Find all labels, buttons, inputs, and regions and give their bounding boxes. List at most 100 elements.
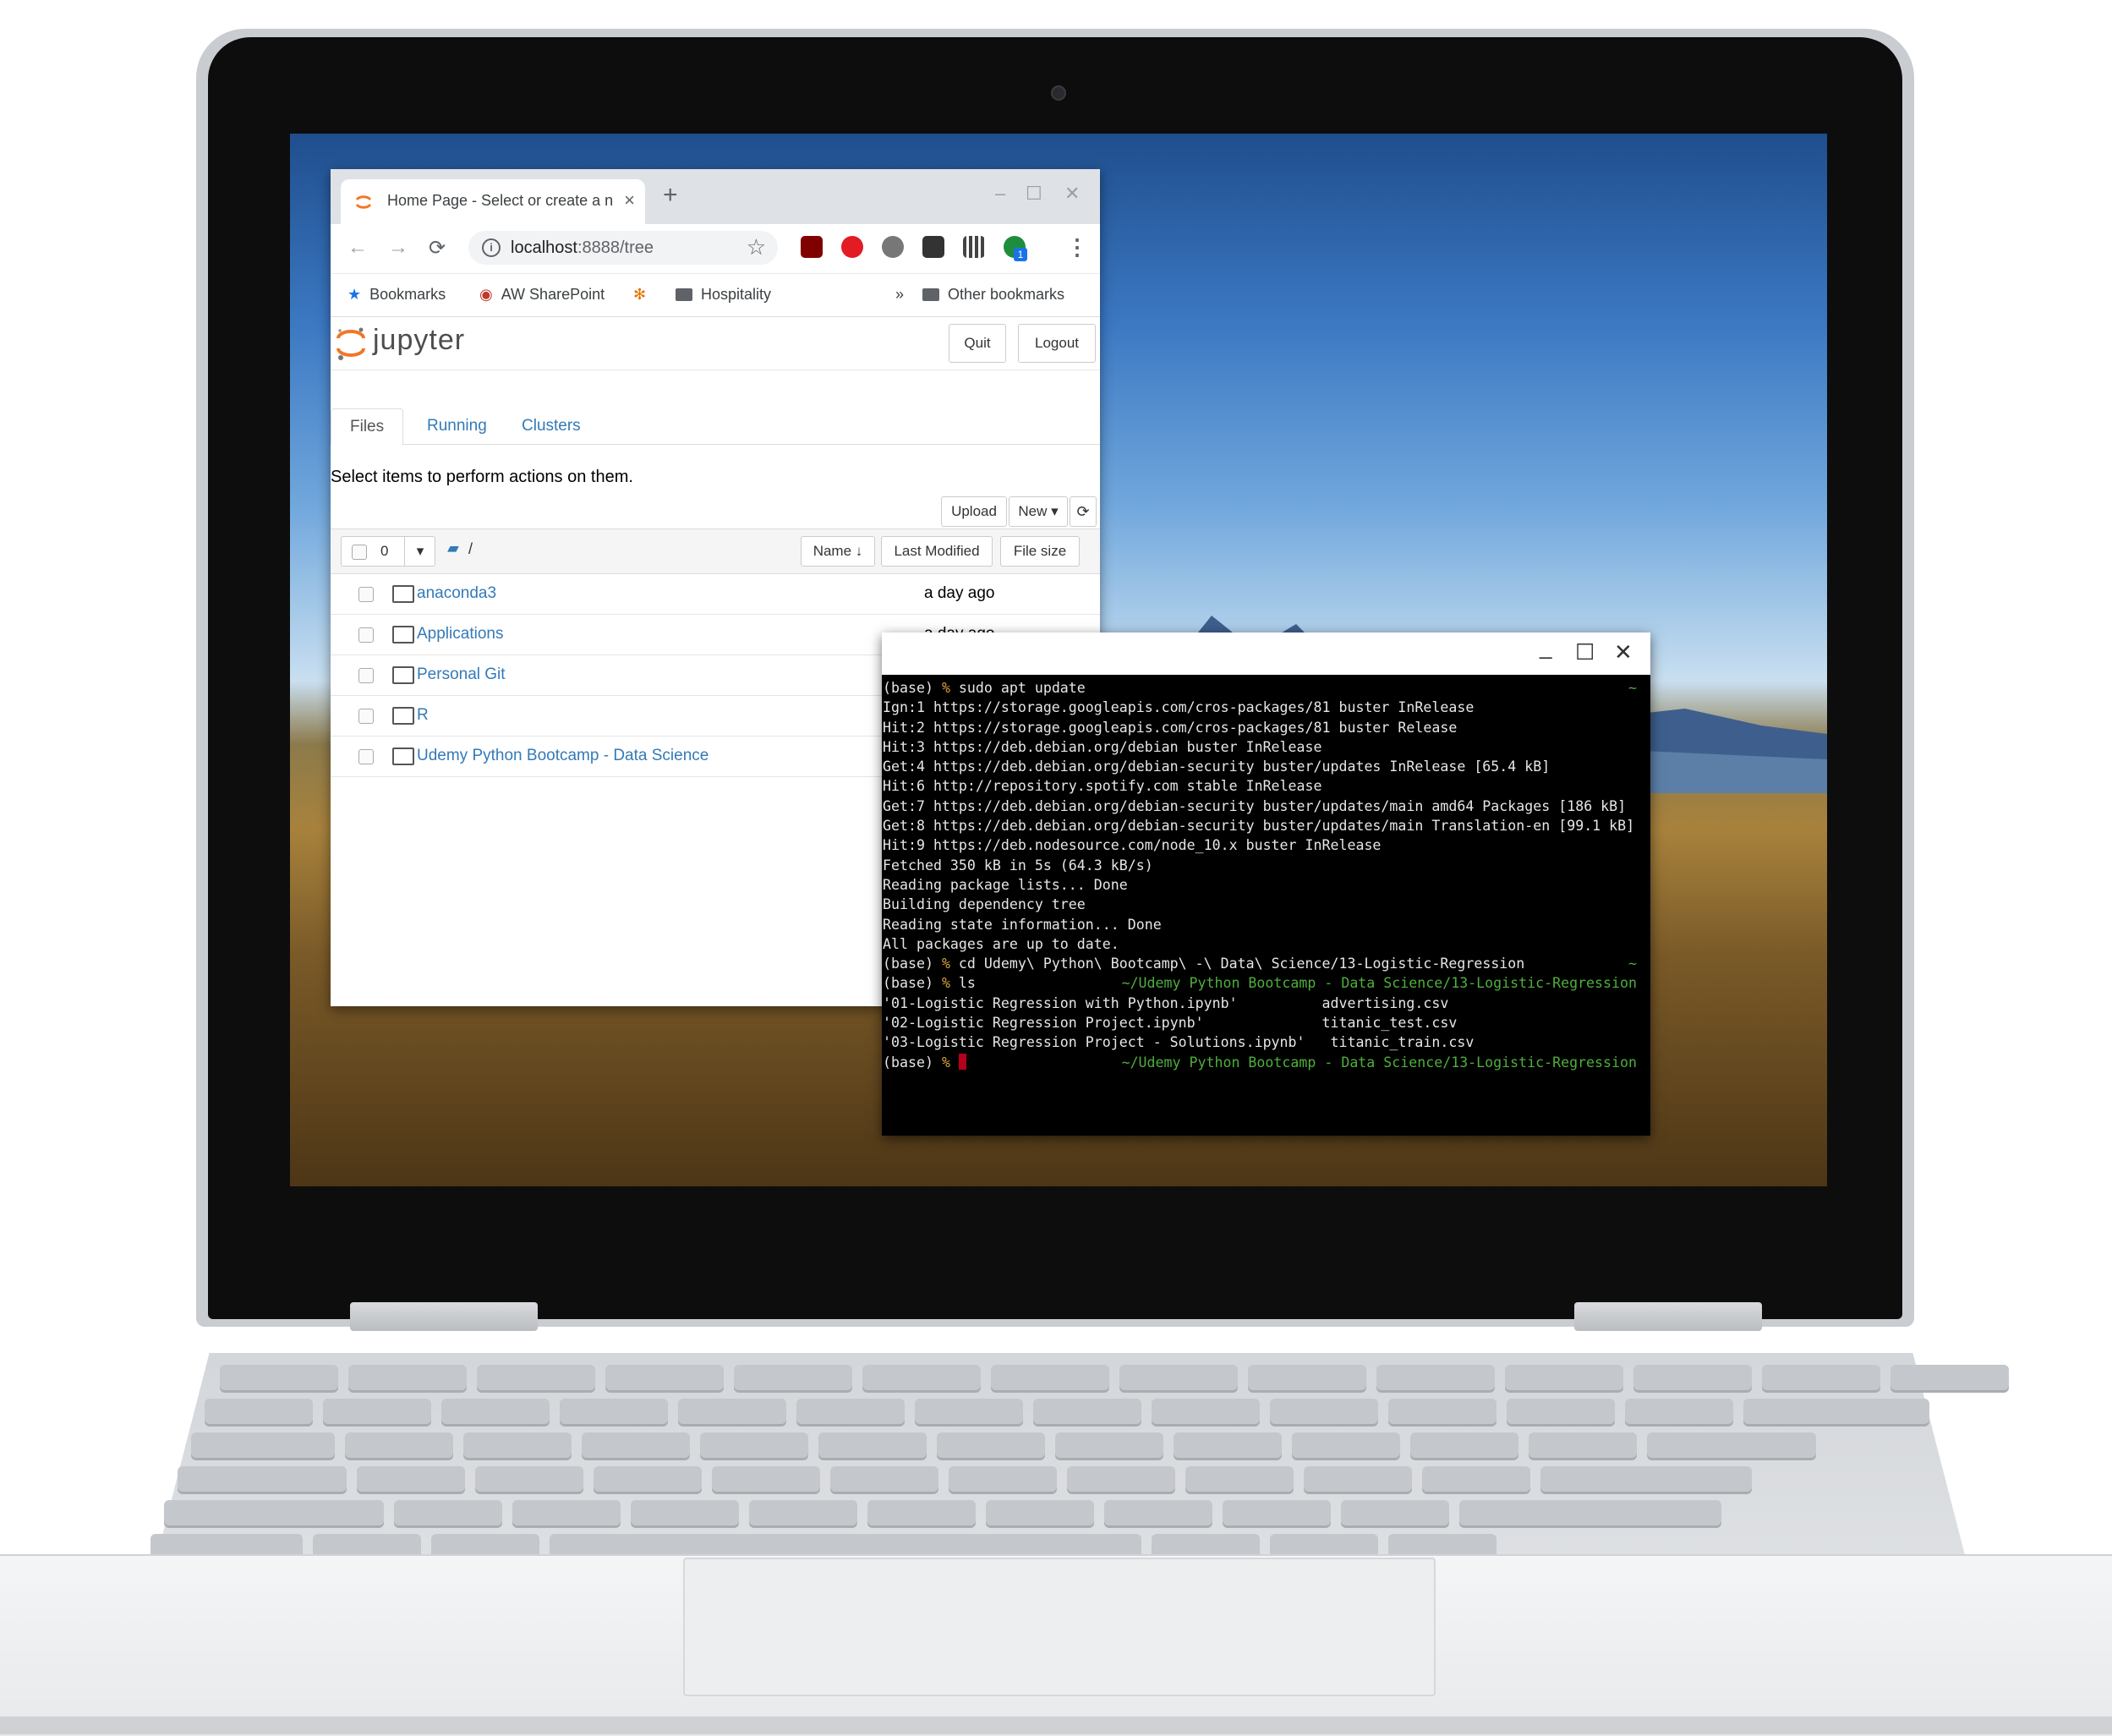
row-checkbox[interactable]	[358, 709, 374, 724]
tab-title: Home Page - Select or create a n	[387, 192, 614, 209]
star-icon: ★	[347, 286, 362, 303]
prompt-symbol: %	[941, 1054, 950, 1071]
keyboard-key	[178, 1466, 347, 1492]
refresh-icon[interactable]: ⟳	[1070, 496, 1097, 527]
terminal-minimize-button[interactable]: _	[1540, 634, 1551, 660]
keyboard-key	[700, 1432, 808, 1458]
keyboard-key	[475, 1466, 583, 1492]
logout-button[interactable]: Logout	[1018, 324, 1096, 363]
tab-divider	[331, 444, 1100, 445]
selenium-icon[interactable]	[922, 236, 944, 258]
terminal-line: (base) % ls ~/Udemy Python Bootcamp - Dat…	[883, 973, 1650, 993]
right-hinge	[1574, 1302, 1762, 1331]
browser-tab[interactable]: Home Page - Select or create a n ×	[341, 179, 645, 224]
file-row[interactable]: anaconda3 a day ago	[331, 573, 1100, 615]
keyboard-key	[712, 1466, 820, 1492]
keyboard-key	[678, 1399, 786, 1424]
right-prompt-path: ~/Udemy Python Bootcamp - Data Science/1…	[1121, 975, 1637, 992]
adblock-icon[interactable]	[841, 236, 863, 258]
bookmark-asterisk[interactable]: ✻	[633, 286, 654, 304]
keyboard-key	[1762, 1365, 1880, 1390]
bookmark-star-icon[interactable]: ☆	[747, 234, 766, 260]
terminal-text: Hit:6 http://repository.spotify.com stab…	[883, 778, 1322, 795]
bookmark-other[interactable]: Other bookmarks	[922, 286, 1064, 304]
tab-files[interactable]: Files	[331, 408, 404, 446]
keyboard-key	[818, 1432, 927, 1458]
terminal-text: Get:4 https://deb.debian.org/debian-secu…	[883, 758, 1551, 775]
new-dropdown-button[interactable]: New ▾	[1009, 496, 1068, 527]
terminal-close-button[interactable]: ✕	[1614, 639, 1633, 665]
terminal-text: Reading package lists... Done	[883, 876, 1128, 893]
select-all-dropdown[interactable]: 0 ▾	[341, 536, 435, 567]
site-info-icon[interactable]: i	[482, 238, 501, 257]
folder-icon	[392, 666, 414, 684]
folder-root-icon[interactable]: ▰	[447, 539, 459, 557]
file-name-link[interactable]: Personal Git	[417, 665, 506, 684]
terminal-text: Building dependency tree	[883, 896, 1086, 913]
terminal-maximize-button[interactable]: ☐	[1575, 639, 1595, 665]
current-path[interactable]: /	[468, 540, 473, 558]
bookmarks-overflow-button[interactable]: »	[895, 286, 904, 304]
row-checkbox[interactable]	[358, 749, 374, 764]
file-name-link[interactable]: R	[417, 706, 429, 725]
circle-icon[interactable]	[882, 236, 904, 258]
forward-button[interactable]: →	[388, 236, 408, 260]
qr-icon[interactable]	[963, 236, 985, 258]
keyboard-key	[1152, 1399, 1260, 1424]
bookmark-aw-sharepoint[interactable]: ◉ AW SharePoint	[479, 286, 605, 304]
keyboard-key	[830, 1466, 938, 1492]
terminal-text: Hit:9 https://deb.nodesource.com/node_10…	[883, 837, 1382, 854]
sort-size-button[interactable]: File size	[1000, 536, 1080, 567]
address-bar[interactable]: i localhost:8888/tree ☆	[468, 231, 778, 265]
browser-menu-icon[interactable]: ⋮	[1066, 234, 1088, 260]
row-checkbox[interactable]	[358, 627, 374, 643]
quit-button[interactable]: Quit	[949, 324, 1006, 363]
row-checkbox[interactable]	[358, 587, 374, 602]
tab-clusters[interactable]: Clusters	[503, 408, 599, 444]
terminal-window[interactable]: _ ☐ ✕ (base) % sudo apt update ~ Ign:1 htt…	[882, 633, 1650, 1136]
keyboard-key	[1743, 1399, 1929, 1424]
keyboard-key	[734, 1365, 852, 1390]
keyboard-key	[1507, 1399, 1615, 1424]
row-checkbox[interactable]	[358, 668, 374, 683]
select-all-checkbox[interactable]	[352, 545, 367, 560]
window-maximize-button[interactable]: ☐	[1026, 183, 1042, 205]
chevron-down-icon[interactable]: ▾	[404, 537, 435, 566]
window-minimize-button[interactable]: –	[995, 183, 1005, 205]
terminal-line: '02-Logistic Regression Project.ipynb' t…	[883, 1013, 1650, 1032]
keyboard-key	[867, 1500, 976, 1525]
keyboard-key	[1625, 1399, 1733, 1424]
folder-icon	[392, 626, 414, 643]
back-button[interactable]: ←	[347, 236, 368, 260]
terminal-cursor	[958, 1053, 966, 1070]
terminal-output[interactable]: (base) % sudo apt update ~ Ign:1 https://s…	[882, 675, 1650, 1072]
tab-running[interactable]: Running	[408, 408, 506, 444]
terminal-line: Building dependency tree	[883, 895, 1650, 914]
right-prompt-path: ~	[1628, 680, 1637, 696]
tab-strip: Home Page - Select or create a n × + – ☐…	[331, 169, 1100, 224]
new-tab-button[interactable]: +	[663, 183, 678, 208]
terminal-line: Ign:1 https://storage.googleapis.com/cro…	[883, 698, 1650, 717]
terminal-text: '03-Logistic Regression Project - Soluti…	[883, 1034, 1475, 1051]
terminal-text: All packages are up to date.	[883, 935, 1119, 952]
upload-button[interactable]: Upload	[941, 496, 1007, 527]
keyboard-key	[164, 1500, 384, 1525]
tab-close-icon[interactable]: ×	[624, 189, 635, 211]
keyboard-key	[1270, 1399, 1378, 1424]
folder-icon	[676, 288, 692, 301]
bookmark-bookmarks[interactable]: ★ Bookmarks	[347, 286, 446, 304]
ublock-icon[interactable]	[801, 236, 823, 258]
file-name-link[interactable]: anaconda3	[417, 584, 496, 603]
sort-name-button[interactable]: Name ↓	[801, 536, 875, 567]
terminal-line: (base) % sudo apt update ~	[883, 678, 1650, 698]
bookmark-hospitality[interactable]: Hospitality	[676, 286, 771, 304]
jupyter-favicon-icon	[355, 195, 372, 209]
reload-button[interactable]: ⟳	[429, 236, 446, 260]
window-close-button[interactable]: ✕	[1064, 183, 1080, 205]
sort-modified-button[interactable]: Last Modified	[881, 536, 993, 567]
file-name-link[interactable]: Udemy Python Bootcamp - Data Science	[417, 747, 709, 765]
terminal-titlebar[interactable]: _ ☐ ✕	[882, 633, 1650, 675]
file-name-link[interactable]: Applications	[417, 625, 503, 643]
right-prompt-path: ~/Udemy Python Bootcamp - Data Science/1…	[1121, 1054, 1637, 1071]
